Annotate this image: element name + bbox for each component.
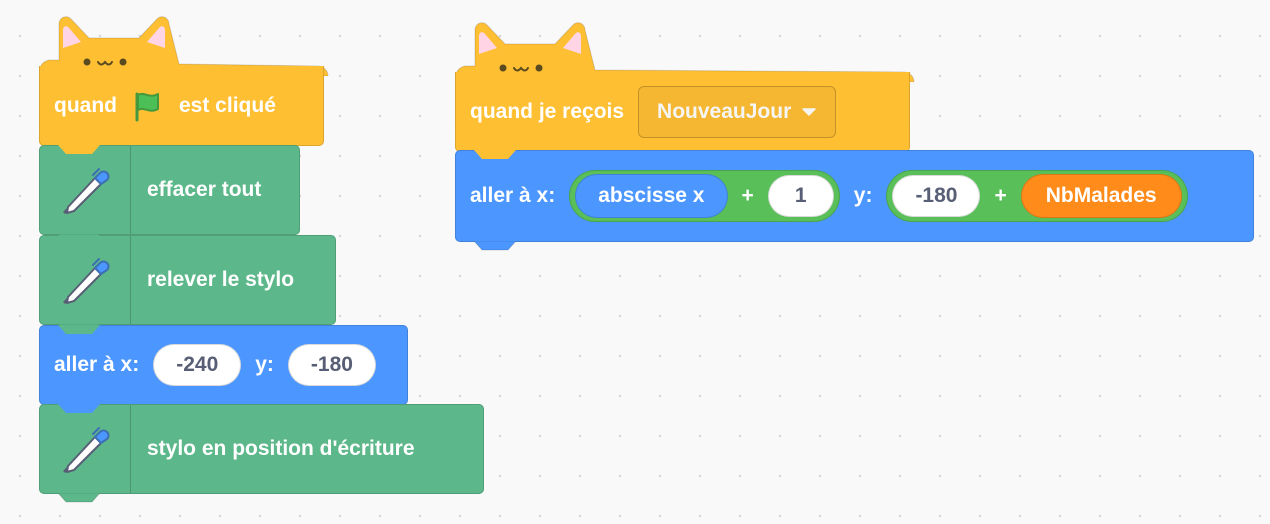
pen-up-label: relever le stylo [147, 268, 295, 291]
pen-icon [63, 168, 110, 214]
pen-down-label: stylo en position d'écriture [147, 437, 415, 460]
goto-y-input[interactable]: -180 [287, 344, 376, 386]
pen-down-block[interactable]: stylo en position d'écriture [39, 404, 484, 503]
when-flag-suffix: est cliqué [179, 93, 276, 117]
add-x-number-input[interactable]: 1 [767, 175, 834, 217]
goto-label: aller à x: [54, 353, 140, 376]
when-flag-prefix: quand [54, 93, 117, 117]
goto-label: aller à x: [470, 184, 556, 207]
pen-extension-area [40, 146, 131, 234]
goto-y-label: y: [255, 353, 274, 376]
add-operator-x[interactable]: abscisse x + 1 [569, 170, 840, 222]
pen-clear-label: effacer tout [147, 178, 262, 201]
green-flag-icon [135, 92, 159, 121]
message-dropdown[interactable]: NouveauJour [638, 85, 837, 138]
pen-icon [63, 427, 110, 473]
nbmalades-variable-reporter[interactable]: NbMalades [1020, 174, 1182, 218]
plus-operator: + [741, 184, 754, 207]
pen-clear-block[interactable]: effacer tout [39, 145, 300, 244]
pen-icon [63, 258, 110, 304]
goto-xy-block[interactable]: aller à x: -240 y: -180 [39, 325, 408, 414]
pen-extension-area [40, 405, 131, 493]
add-operator-y[interactable]: -180 + NbMalades [886, 170, 1188, 222]
goto-xy-block[interactable]: aller à x: abscisse x + 1 y: -180 + NbMa… [455, 150, 1254, 251]
message-dropdown-value: NouveauJour [657, 99, 792, 123]
dropdown-arrow-icon [802, 107, 816, 116]
when-flag-clicked-block[interactable]: quand est cliqué [39, 66, 324, 155]
goto-x-input[interactable]: -240 [153, 344, 242, 386]
when-receive-block[interactable]: quand je reçois NouveauJour [455, 72, 910, 161]
abscisse-x-reporter[interactable]: abscisse x [575, 174, 728, 218]
add-y-number-input[interactable]: -180 [892, 175, 981, 217]
plus-operator: + [994, 184, 1007, 207]
pen-up-block[interactable]: relever le stylo [39, 235, 336, 334]
when-receive-label: quand je reçois [470, 99, 625, 123]
goto-y-label: y: [853, 184, 873, 207]
pen-extension-area [40, 236, 131, 324]
